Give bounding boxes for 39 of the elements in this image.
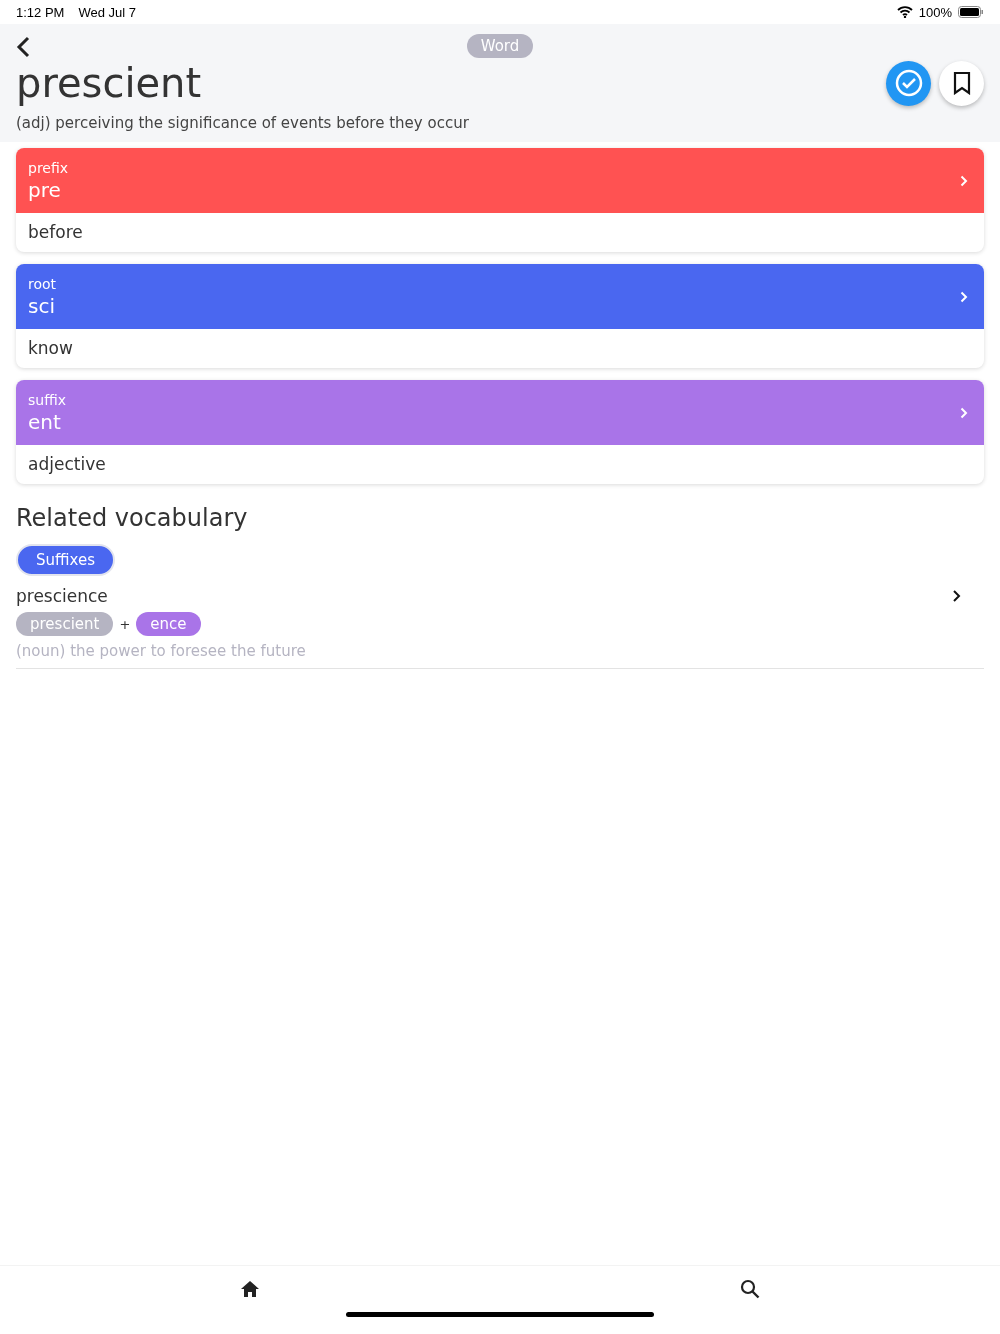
bookmark-button[interactable] [939,60,984,106]
part-meaning: adjective [27,453,107,476]
part-type: suffix [28,391,67,408]
part-text: ent [28,409,62,434]
chevron-icon [960,290,968,303]
status-time: 1:12 PM [16,4,65,20]
word-definition: (adj) perceiving the significance of events before they occur [16,114,470,132]
part-text: sci [28,293,56,318]
battery-percent: 100% [918,4,952,20]
bookmark-icon [951,71,972,95]
word-part-card[interactable]: suffix ent adjective [16,380,984,484]
chevron-icon[interactable] [952,589,962,603]
check-circle-icon [893,68,924,98]
word-badge: Word [466,34,534,58]
word-part-card[interactable]: prefix pre before [16,148,984,252]
word-title: prescient [16,60,203,106]
wifi-icon [896,6,913,18]
chevron-icon [960,174,968,187]
part-meaning: before [27,221,84,244]
part-pill: ence [136,612,201,636]
plus-sign: + [119,616,131,632]
back-icon[interactable] [16,36,30,58]
filter-chip[interactable]: Suffixes [16,544,115,576]
related-definition: (noun) the power to foresee the future [16,642,307,660]
section-title: Related vocabulary [16,504,249,532]
home-icon[interactable] [240,1280,260,1298]
search-icon[interactable] [740,1279,760,1299]
chevron-icon [960,406,968,419]
related-word[interactable]: prescience [16,586,108,606]
part-header[interactable]: root sci [16,264,984,329]
part-pill: prescient [16,612,114,636]
part-meaning: know [27,337,74,360]
part-type: root [28,275,58,292]
status-date: Wed Jul 7 [78,4,136,20]
battery-icon [958,6,984,18]
part-type: prefix [28,159,70,176]
part-text: pre [28,177,62,202]
learned-button[interactable] [886,60,931,106]
word-part-card[interactable]: root sci know [16,264,984,368]
